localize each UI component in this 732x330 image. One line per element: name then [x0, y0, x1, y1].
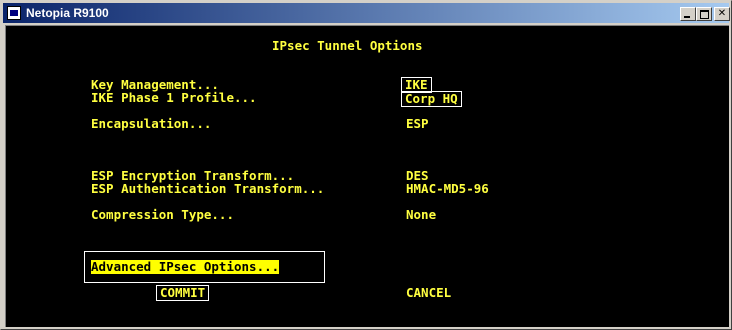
terminal-screen[interactable]: IPsec Tunnel Options Key Management... I…: [5, 25, 729, 327]
ike-profile-value[interactable]: Corp HQ: [401, 91, 462, 107]
commit-button[interactable]: COMMIT: [156, 285, 210, 301]
esp-auth-value[interactable]: HMAC-MD5-96: [406, 182, 489, 196]
terminal-app-icon[interactable]: [7, 6, 21, 20]
encapsulation-label[interactable]: Encapsulation...: [91, 117, 211, 131]
close-button[interactable]: ✕: [714, 7, 730, 21]
terminal-window: Netopia R9100 ✕ IPsec Tunnel Options Key…: [0, 0, 732, 330]
esp-auth-label[interactable]: ESP Authentication Transform...: [91, 182, 324, 196]
compression-value[interactable]: None: [406, 208, 436, 222]
window-title: Netopia R9100: [26, 6, 109, 20]
cancel-button[interactable]: CANCEL: [406, 286, 451, 300]
title-bar[interactable]: Netopia R9100 ✕: [3, 3, 730, 23]
maximize-button[interactable]: [696, 7, 712, 21]
minimize-button[interactable]: [680, 7, 696, 21]
compression-label[interactable]: Compression Type...: [91, 208, 234, 222]
ike-profile-label[interactable]: IKE Phase 1 Profile...: [91, 91, 257, 105]
advanced-options-item[interactable]: Advanced IPsec Options...: [91, 260, 280, 274]
screen-heading: IPsec Tunnel Options: [272, 38, 423, 53]
encapsulation-value[interactable]: ESP: [406, 117, 429, 131]
